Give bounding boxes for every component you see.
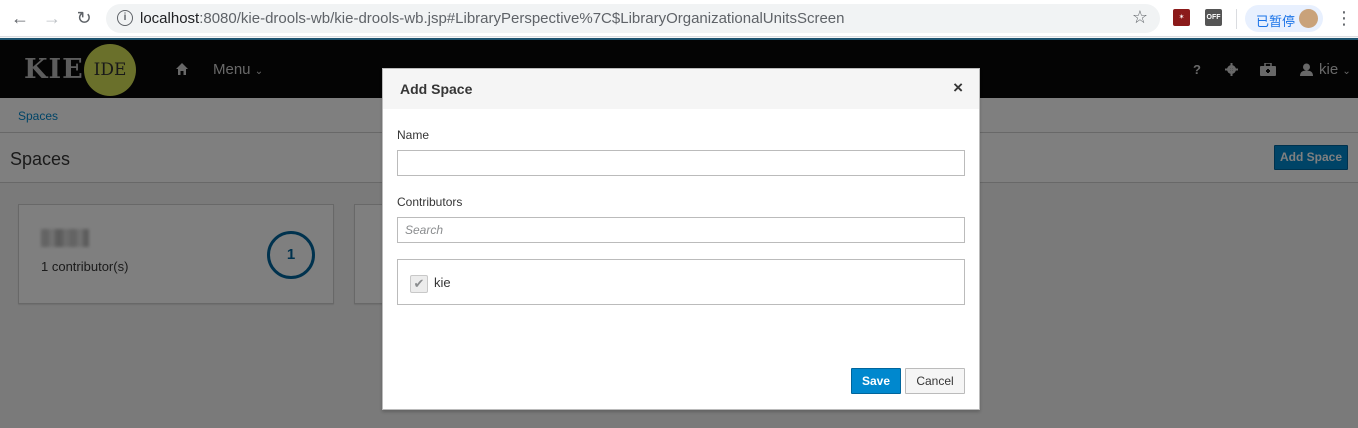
url-path: :8080/kie-drools-wb/kie-drools-wb.jsp#Li… [199,10,845,27]
toolbar-divider [1236,9,1237,29]
contributor-name: kie [434,275,451,290]
contributor-checkbox[interactable]: ✔ [410,275,428,293]
site-info-icon[interactable]: i [117,10,133,26]
profile-avatar [1299,9,1318,28]
url-text[interactable]: localhost:8080/kie-drools-wb/kie-drools-… [140,10,845,27]
contributors-list: ✔ kie [397,259,965,305]
pdf-extension-icon[interactable]: ✶ [1173,9,1190,26]
profile-button[interactable]: 已暂停 [1245,5,1323,32]
url-host: localhost [140,10,200,27]
dialog-title: Add Space [400,81,473,97]
name-label: Name [397,128,430,142]
contributors-label: Contributors [397,195,463,209]
cancel-button[interactable]: Cancel [905,368,965,394]
profile-status: 已暂停 [1256,14,1296,29]
address-bar[interactable]: i localhost:8080/kie-drools-wb/kie-drool… [106,4,1160,33]
reload-icon[interactable]: ↻ [72,7,96,31]
bookmark-star-icon[interactable]: ☆ [1132,7,1148,28]
dialog-header: Add Space × [383,69,979,109]
add-space-dialog: Add Space × Name Contributors ✔ kie Save… [382,68,980,410]
forward-arrow-icon[interactable]: → [40,7,64,31]
contributors-search-input[interactable] [397,217,965,243]
close-icon[interactable]: × [953,79,963,97]
name-input[interactable] [397,150,965,176]
save-button[interactable]: Save [851,368,901,394]
browser-menu-icon[interactable]: ⋮ [1335,8,1353,28]
browser-toolbar: ← → ↻ i localhost:8080/kie-drools-wb/kie… [0,0,1358,37]
off-extension-icon[interactable]: OFF [1205,9,1222,26]
back-arrow-icon[interactable]: ← [8,7,32,31]
